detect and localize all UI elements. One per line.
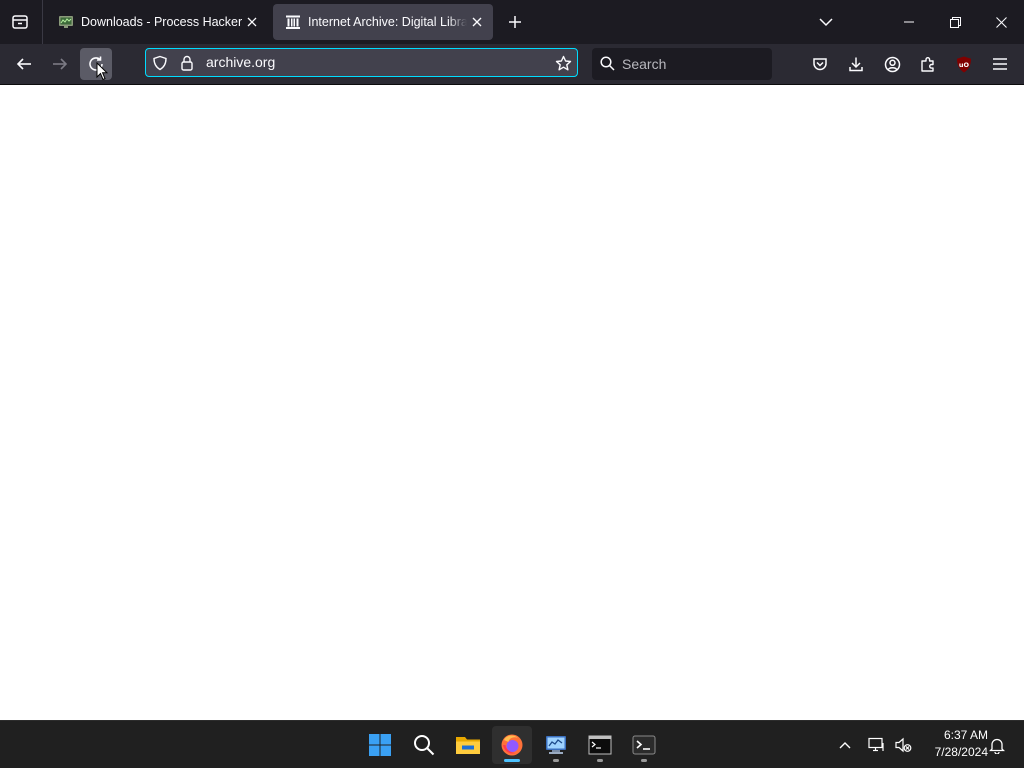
tab-title: Downloads - Process Hacker [81, 15, 242, 29]
page-content[interactable] [0, 85, 1024, 720]
hamburger-menu-icon [993, 58, 1007, 70]
bell-icon [989, 738, 1005, 754]
forward-arrow-icon [53, 58, 68, 70]
ublock-origin-button[interactable]: uO [948, 48, 980, 80]
search-placeholder: Search [622, 56, 667, 72]
search-bar[interactable]: Search [592, 48, 772, 80]
chevron-down-icon [819, 18, 833, 27]
control-panel-button[interactable] [536, 726, 576, 764]
pocket-icon [813, 58, 827, 71]
close-icon [472, 17, 482, 27]
url-text: archive.org [206, 54, 276, 70]
start-icon [369, 734, 391, 756]
tab-strip: Downloads - Process Hacker Internet Arch… [0, 0, 1024, 44]
firefox-view-icon [12, 15, 28, 29]
show-hidden-icons-button[interactable] [834, 721, 856, 769]
pocket-button[interactable] [804, 48, 836, 80]
network-icon [868, 737, 884, 752]
clock-date: 7/28/2024 [934, 745, 988, 759]
minimize-icon [904, 21, 914, 23]
navigation-toolbar: archive.org Search uO [0, 44, 1024, 84]
clock-time: 6:37 AM [943, 728, 988, 742]
tab-process-hacker[interactable]: Downloads - Process Hacker [46, 4, 268, 40]
restore-icon [949, 16, 961, 28]
app-menu-button[interactable] [984, 48, 1016, 80]
mouse-cursor-icon [96, 62, 108, 81]
minimize-button[interactable] [886, 0, 932, 44]
puzzle-piece-icon [921, 57, 934, 72]
volume-muted-icon [895, 737, 912, 753]
tracking-protection-shield-icon[interactable] [151, 54, 169, 72]
firefox-icon [501, 734, 523, 756]
firefox-view-button[interactable] [4, 6, 36, 38]
network-status-button[interactable] [864, 721, 888, 769]
tab-title: Internet Archive: Digital Library of Fre… [308, 15, 467, 29]
terminal-icon [632, 735, 656, 755]
close-icon [247, 17, 257, 27]
account-icon [884, 56, 900, 72]
lock-icon[interactable] [178, 54, 196, 72]
plus-icon [509, 16, 521, 28]
downloads-button[interactable] [840, 48, 872, 80]
close-icon [995, 16, 1007, 28]
tab-internet-archive[interactable]: Internet Archive: Digital Library of Fre… [273, 4, 493, 40]
back-button[interactable] [8, 48, 40, 80]
tab-separator [42, 0, 43, 44]
reload-button[interactable] [80, 48, 112, 81]
archive-building-icon [285, 14, 301, 30]
firefox-taskbar-button[interactable] [492, 726, 532, 764]
notifications-button[interactable] [986, 721, 1008, 769]
system-clock[interactable]: 6:37 AM 7/28/2024 [916, 727, 988, 761]
svg-text:uO: uO [959, 61, 970, 69]
file-explorer-button[interactable] [448, 726, 488, 764]
tab-close-button[interactable] [467, 12, 487, 32]
url-bar[interactable]: archive.org [145, 48, 578, 77]
download-icon [849, 57, 863, 72]
ublock-origin-icon: uO [957, 56, 971, 72]
forward-button[interactable] [44, 48, 76, 80]
file-explorer-icon [456, 737, 480, 754]
running-app-indicator [641, 759, 647, 762]
search-icon [414, 735, 435, 756]
new-tab-button[interactable] [499, 6, 531, 38]
terminal-button[interactable] [624, 726, 664, 764]
chevron-up-icon [839, 742, 851, 749]
control-panel-icon [546, 736, 566, 754]
account-button[interactable] [876, 48, 908, 80]
running-app-indicator [553, 759, 559, 762]
taskbar-search-button[interactable] [404, 726, 444, 764]
taskbar: 6:37 AM 7/28/2024 [0, 720, 1024, 768]
list-all-tabs-button[interactable] [810, 6, 842, 38]
command-prompt-icon [588, 735, 612, 755]
search-icon [600, 56, 615, 71]
extensions-button[interactable] [912, 48, 944, 80]
running-app-indicator [597, 759, 603, 762]
start-button[interactable] [360, 726, 400, 764]
back-arrow-icon [16, 58, 31, 70]
active-app-indicator [504, 759, 520, 762]
volume-button[interactable] [891, 721, 915, 769]
process-hacker-icon [58, 14, 74, 30]
close-window-button[interactable] [978, 0, 1024, 44]
tab-close-button[interactable] [242, 12, 262, 32]
restore-button[interactable] [932, 0, 978, 44]
command-prompt-button[interactable] [580, 726, 620, 764]
bookmark-star-icon[interactable] [554, 54, 572, 72]
